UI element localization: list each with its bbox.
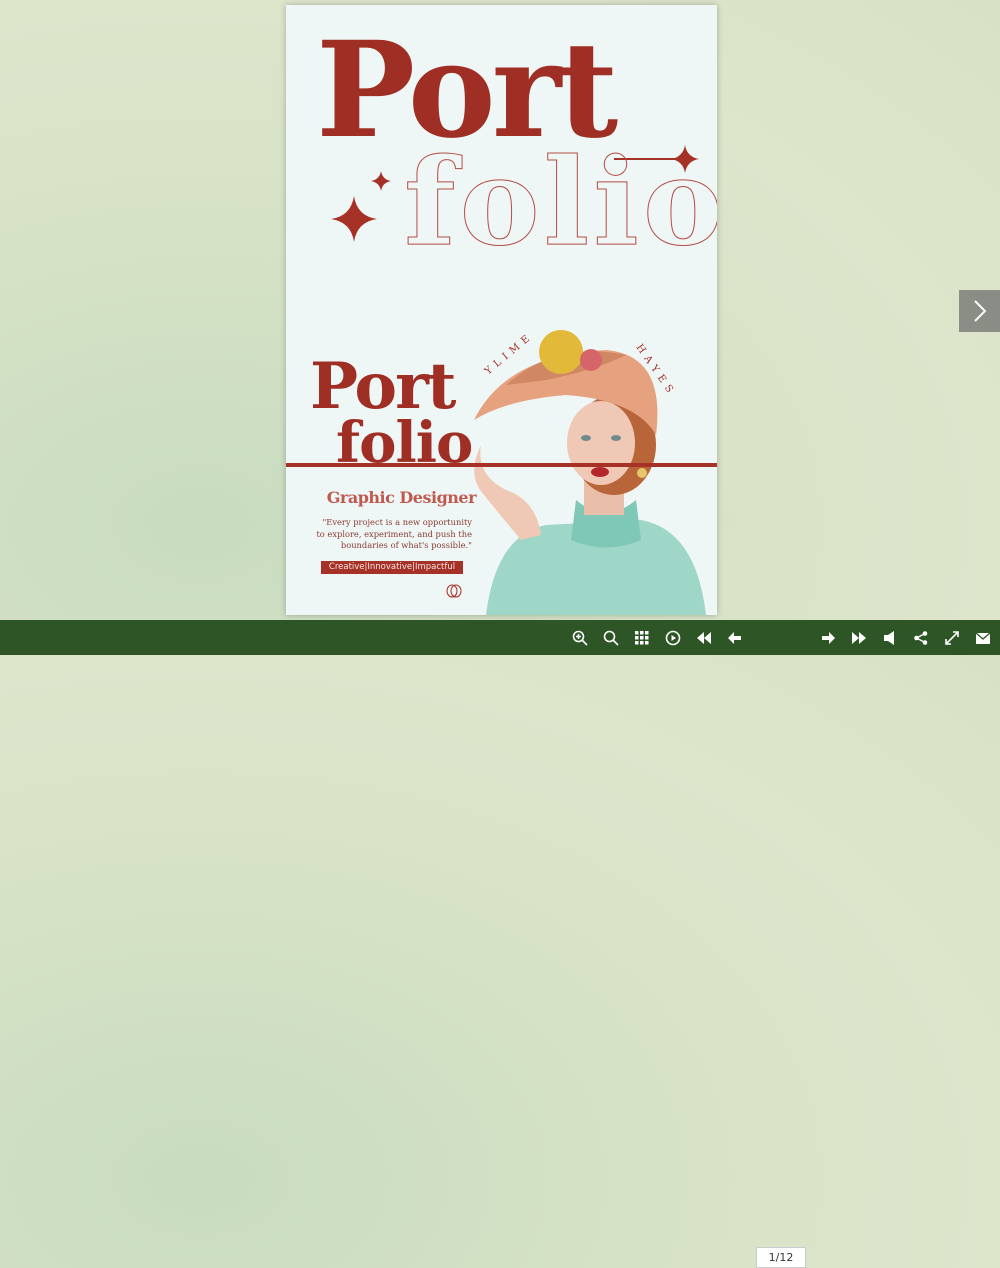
fullscreen-button[interactable] [942, 628, 962, 648]
sparkle-icon [331, 196, 377, 242]
sound-button[interactable] [880, 628, 900, 648]
first-page-button[interactable] [694, 628, 714, 648]
role-title: Graphic Designer [326, 488, 477, 507]
sparkle-icon [371, 171, 391, 191]
page-indicator[interactable]: 1/12 [756, 1247, 806, 1268]
quote-line: "Every project is a new opportunity [322, 517, 472, 527]
first-page-icon [697, 632, 711, 644]
arc-name-first: YLIME [482, 330, 536, 377]
last-page-button[interactable] [849, 628, 869, 648]
previous-page-button[interactable] [725, 628, 745, 648]
fullscreen-icon [945, 631, 959, 645]
title-large-folio: folio [404, 132, 717, 273]
flipbook-page[interactable]: Port folio Port folio YLIME HAYES Graphi… [286, 5, 717, 615]
quote-line: to explore, experiment, and push the [316, 528, 472, 539]
share-icon [914, 631, 928, 645]
chevron-right-icon [973, 300, 986, 322]
divider-rule [286, 463, 717, 467]
search-button[interactable] [601, 628, 621, 648]
autoplay-button[interactable] [663, 628, 683, 648]
next-page-button[interactable] [818, 628, 838, 648]
thumbnails-icon [635, 631, 649, 645]
rings-icon [446, 584, 462, 598]
zoom-in-button[interactable] [570, 628, 590, 648]
quote-text: "Every project is a new opportunity to e… [308, 517, 472, 552]
arc-name-last: HAYES [634, 342, 676, 399]
share-button[interactable] [911, 628, 931, 648]
last-page-icon [852, 632, 866, 644]
tagline-badge: Creative|Innovative|Impactful [321, 561, 463, 574]
autoplay-icon [665, 630, 681, 646]
previous-page-icon [728, 632, 741, 644]
next-page-arrow[interactable] [959, 290, 1000, 332]
thumbnails-button[interactable] [632, 628, 652, 648]
name-arc: YLIME HAYES [482, 330, 676, 399]
email-icon [976, 632, 990, 644]
bottom-toolbar: 1/12 [0, 620, 1000, 1268]
sound-icon [884, 631, 894, 645]
email-button[interactable] [973, 628, 993, 648]
zoom-in-icon [572, 630, 588, 646]
quote-line: boundaries of what's possible." [340, 540, 472, 550]
search-icon [603, 630, 619, 646]
flipbook-viewer: Port folio Port folio YLIME HAYES Graphi… [0, 0, 1000, 620]
next-page-icon [822, 632, 835, 644]
